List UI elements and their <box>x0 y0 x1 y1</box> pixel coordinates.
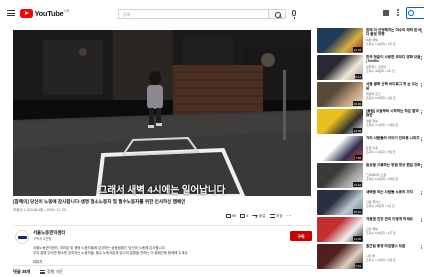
recommended-video[interactable]: 5:44 출근길 풍경 타임랩스 모음 시티 뷰 조회수 1.1만회 • 6일 전 <box>317 244 424 271</box>
share-button[interactable]: 공유 <box>251 213 266 219</box>
recommended-video[interactable]: 15:02 서울 골목 산책 브이로그 첫 눈 오는 날 데일리 로그 조회수 8.9… <box>317 82 424 109</box>
recommended-video-title[interactable]: 출근길 풍경 타임랩스 모음 <box>366 244 422 253</box>
thumbs-up-icon <box>226 214 231 218</box>
description-line: 우리 곁에 있지만 평소엔 잊혀지는 노동자들, 필수 노동자분께 감사의 말씀… <box>33 251 189 255</box>
recommended-video[interactable]: 12:34 밤에 더 선명해지는 여수의 매력 밤 바다 불빛 여행 여행 채널 조회… <box>317 28 424 55</box>
video-duration: 12:34 <box>352 47 362 52</box>
recommended-video-title[interactable]: 새벽을 여는 사람들 노동의 가치 <box>366 190 422 199</box>
recommended-video[interactable]: 21:16 일상을 기록하는 방법 영상 편집 강좌 크리에이터 스쿨 조회수 6.3… <box>317 163 424 190</box>
video-thumbnail[interactable]: 5:44 <box>317 244 363 269</box>
video-thumbnail[interactable]: 21:16 <box>317 163 363 188</box>
subscriber-count: 구독자 3천명 <box>33 237 52 241</box>
top-bar: YouTube KR 검색 <box>0 0 424 26</box>
recommended-video[interactable]: 10:45 [꿀팁] 오늘부터 시작하는 작은 절약 습관 생활 정보 조회수 4.7… <box>317 109 424 136</box>
video-duration: 21:16 <box>352 182 362 187</box>
recommended-video[interactable]: 45:10 새벽을 여는 사람들 노동의 가치 다큐 플러스 조회수 15만회 • 1… <box>317 190 424 217</box>
more-options-icon[interactable] <box>421 56 423 61</box>
hamburger-menu-icon[interactable] <box>7 10 15 16</box>
recommended-video-title[interactable]: [꿀팁] 오늘부터 시작하는 작은 절약 습관 <box>366 109 422 118</box>
save-label: 저장 <box>276 213 283 218</box>
video-thumbnail[interactable]: 10:45 <box>317 109 363 134</box>
youtube-logo[interactable]: YouTube KR <box>20 8 69 18</box>
recommended-video-meta: 조회수 15만회 • 1년 전 <box>366 204 395 208</box>
play-logo-icon <box>20 8 33 18</box>
playlist-add-icon <box>269 214 275 218</box>
like-count: 9K <box>232 214 237 218</box>
comments-count: 댓글 38개 <box>13 269 31 274</box>
like-button[interactable]: 9K <box>226 214 236 218</box>
recommended-video-meta: 조회수 6.3만회 • 2개월 전 <box>366 177 399 181</box>
video-thumbnail[interactable]: 8:12 <box>317 55 363 80</box>
microphone-icon[interactable] <box>292 10 296 19</box>
recommended-video-meta: 조회수 2.1만회 • 5일 전 <box>366 150 396 154</box>
video-thumbnail[interactable]: 15:02 <box>317 82 363 107</box>
share-label: 공유 <box>258 213 266 218</box>
recommended-video-meta: 조회수 9.8만회 • 3주 전 <box>366 231 396 235</box>
view-count-date: 조회수 1,215,814회 • 2020. 11. 20. <box>13 208 68 212</box>
video-thumbnail[interactable]: 7:58 <box>317 136 363 161</box>
divider <box>13 225 311 226</box>
dislike-count: 4 <box>246 214 249 218</box>
more-options-icon[interactable] <box>421 245 423 250</box>
video-duration: 11:20 <box>353 236 362 241</box>
more-options-icon[interactable] <box>421 191 423 196</box>
video-duration: 10:45 <box>352 128 362 133</box>
search-input[interactable]: 검색 <box>118 9 268 19</box>
show-more-link[interactable]: 더보기 <box>33 259 42 264</box>
sort-by-button[interactable]: 정렬 기준 <box>47 269 63 275</box>
video-player[interactable]: 그래서 새벽 4시에는 일어납니다 <box>13 30 311 196</box>
thumbs-down-icon <box>240 214 245 218</box>
search-button[interactable] <box>268 9 286 19</box>
recommended-video-title[interactable]: 밤에 더 선명해지는 여수의 매력 밤 바다 불빛 여행 <box>366 28 422 37</box>
video-thumbnail[interactable]: 45:10 <box>317 190 363 215</box>
video-thumbnail[interactable]: 11:20 <box>317 217 363 242</box>
more-options-icon[interactable] <box>421 83 423 88</box>
more-options-icon[interactable] <box>421 110 423 115</box>
recommended-video[interactable]: 8:12 한국 청춘이 사랑한 코미디 영화 모음 | Netflix 넷플릭스 코… <box>317 55 424 82</box>
recommended-video-meta: 조회수 1.1만회 • 6일 전 <box>366 258 396 262</box>
more-options-icon[interactable] <box>421 164 423 169</box>
more-options-icon[interactable] <box>421 218 423 223</box>
dislike-button[interactable]: 4 <box>240 214 248 218</box>
more-actions-label: ··· <box>286 212 292 219</box>
recommended-video-title[interactable]: 서울 골목 산책 브이로그 첫 눈 오는 날 <box>366 82 422 91</box>
more-options-icon[interactable] <box>397 9 399 17</box>
channel-avatar[interactable] <box>15 230 29 244</box>
recommended-video[interactable]: 7:58 거리 사람들의 이야기 인터뷰 시리즈 휴먼 다큐 조회수 2.1만회 • … <box>317 136 424 163</box>
divider <box>13 265 311 266</box>
recommended-video-meta: 조회수 8.9천회 • 3일 전 <box>366 96 396 100</box>
recommended-video-title[interactable]: 거리 사람들의 이야기 인터뷰 시리즈 <box>366 136 422 145</box>
more-actions-button[interactable]: ··· <box>286 212 292 219</box>
recommended-video[interactable]: 11:20 겨울철 건강 관리 이렇게 하세요 건강 채널 조회수 9.8만회 • 3… <box>317 217 424 244</box>
account-icon <box>408 9 414 16</box>
video-actions: 9K 4 공유 저장 ··· <box>226 212 292 220</box>
sort-icon[interactable] <box>40 270 45 274</box>
logo-region: KR <box>64 8 70 13</box>
video-duration: 8:12 <box>354 74 362 79</box>
video-duration: 7:58 <box>354 155 362 160</box>
video-frame <box>13 30 311 196</box>
video-thumbnail[interactable]: 12:34 <box>317 28 363 53</box>
video-duration: 45:10 <box>352 209 362 214</box>
video-duration: 5:44 <box>354 263 362 268</box>
video-subtitle: 그래서 새벽 4시에는 일어납니다 <box>98 185 226 196</box>
save-button[interactable]: 저장 <box>269 213 283 219</box>
recommended-video-title[interactable]: 한국 청춘이 사랑한 코미디 영화 모음 | Netflix <box>366 55 422 64</box>
sign-in-button[interactable] <box>406 7 424 19</box>
apps-grid-icon[interactable] <box>383 10 389 16</box>
recommended-video-meta: 조회수 4.7만회 • 1개월 전 <box>366 123 399 127</box>
subscribe-button[interactable]: 구독 <box>290 231 312 241</box>
logo-text: YouTube <box>34 8 64 18</box>
more-options-icon[interactable] <box>421 29 423 34</box>
video-duration: 15:02 <box>352 101 362 106</box>
recommended-video-meta: 조회수 1.2만회 • 1주 전 <box>366 42 396 46</box>
recommended-video-title[interactable]: 일상을 기록하는 방법 영상 편집 강좌 <box>366 163 422 172</box>
recommended-video-meta: 조회수 33만회 • 2주 전 <box>366 69 395 73</box>
video-description: 서울노동권익센터, 여러분 및 생명 노동자들께 감사하는 공동캠페인 '당신의… <box>33 246 303 256</box>
recommended-video-title[interactable]: 겨울철 건강 관리 이렇게 하세요 <box>366 217 422 226</box>
share-icon <box>251 214 258 218</box>
more-options-icon[interactable] <box>421 137 423 142</box>
video-title: [참혜의] 당신이 노동에 감사합니다-생명 청소노동자 및 필수노동자를 위한… <box>13 199 186 204</box>
